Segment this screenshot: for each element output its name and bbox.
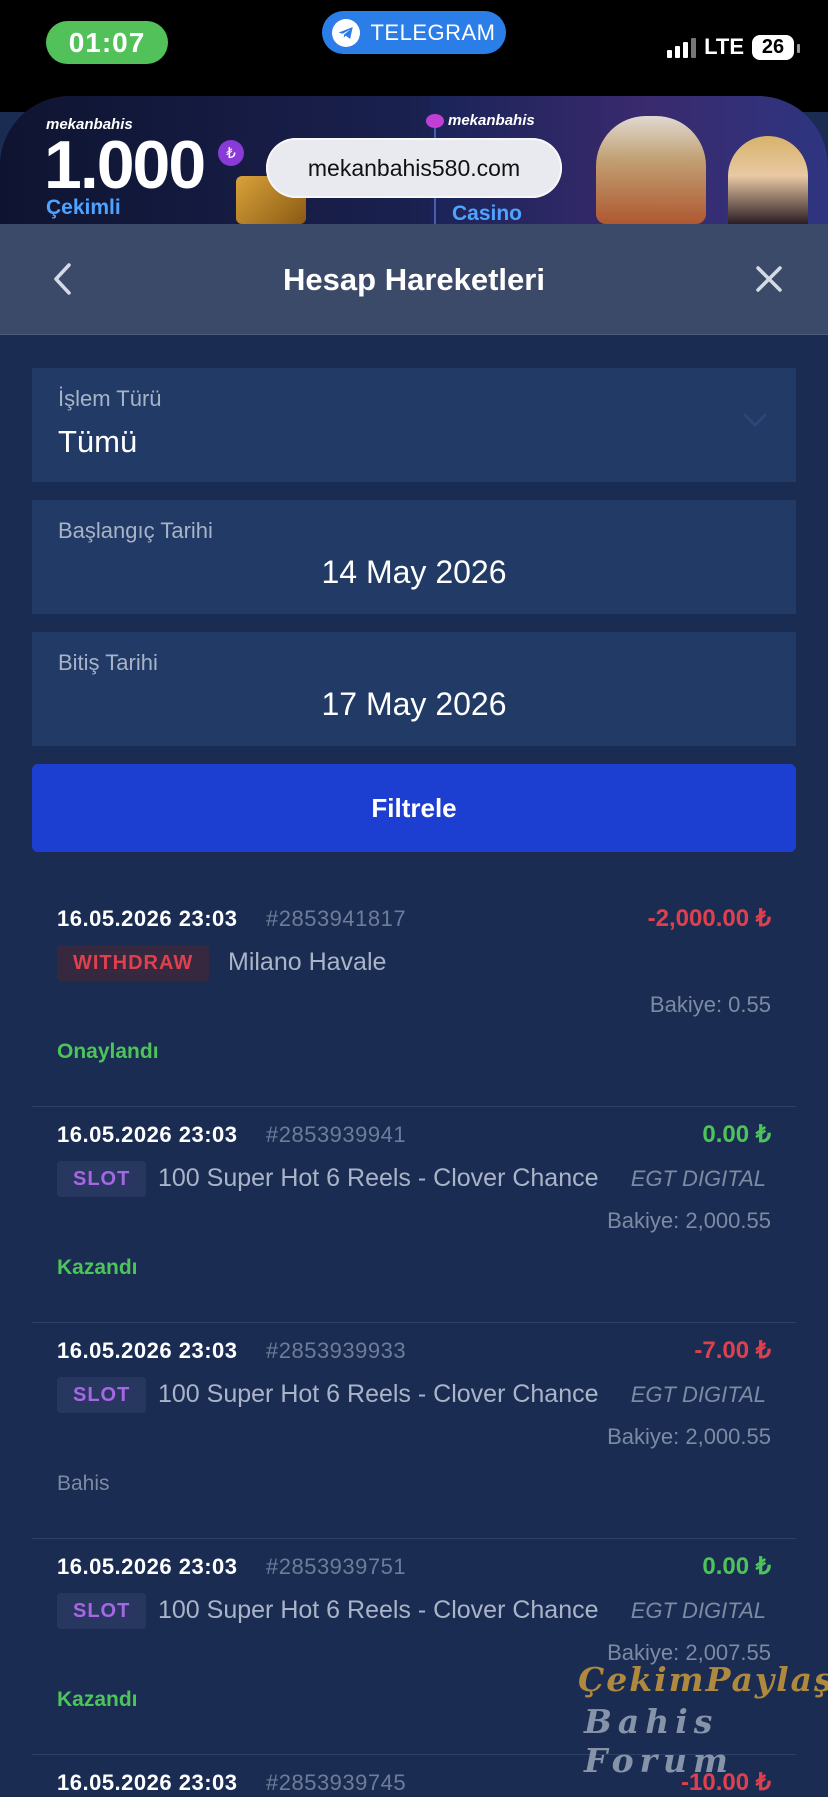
transaction-date: 16.05.2026 23:03	[57, 1770, 238, 1795]
network-label: LTE	[704, 34, 744, 59]
transaction-amount: 0.00 ₺	[702, 1553, 771, 1580]
transaction-amount: -7.00 ₺	[694, 1337, 771, 1364]
transaction-balance: Bakiye: 2,000.55	[607, 1424, 771, 1449]
signal-icon	[667, 36, 697, 58]
status-time: 01:07	[46, 21, 168, 64]
page-header: Hesap Hareketleri	[0, 224, 828, 335]
status-indicators: LTE 26	[667, 34, 800, 60]
telegram-label: TELEGRAM	[370, 19, 496, 45]
watermark-line-2: Bahis Forum	[584, 1702, 734, 1780]
transaction-id: #2853939933	[266, 1338, 407, 1363]
telegram-button[interactable]: TELEGRAM	[322, 11, 506, 54]
game-provider: EGT DIGITAL	[630, 1382, 766, 1407]
transaction-status: Kazandı	[57, 1688, 138, 1711]
transaction-type-badge: WITHDRAW	[57, 945, 210, 981]
banner-right-caption: Casino	[452, 202, 523, 224]
start-date-field[interactable]: Başlangıç Tarihi 14 May 2026	[32, 500, 796, 614]
transaction-date: 16.05.2026 23:03	[57, 1122, 238, 1147]
transaction-row[interactable]: 16.05.2026 23:03 #2853939941 0.00 ₺ SLOT…	[32, 1106, 796, 1323]
transaction-id: #2853939745	[266, 1770, 407, 1795]
filter-button[interactable]: Filtrele	[32, 764, 796, 852]
start-date-label: Başlangıç Tarihi	[58, 518, 213, 543]
transaction-type-label: İşlem Türü	[58, 386, 162, 411]
close-icon	[756, 266, 782, 292]
brand-logo-right: mekanbahis	[426, 112, 535, 129]
telegram-icon	[332, 18, 361, 47]
game-provider: EGT DIGITAL	[630, 1598, 766, 1623]
lira-badge: ₺	[218, 140, 244, 166]
banner-left-caption: Çekimli	[46, 196, 121, 219]
transaction-status: Bahis	[57, 1472, 110, 1495]
transaction-type-select[interactable]: İşlem Türü Tümü	[32, 368, 796, 482]
forum-watermark: ÇekimPaylaş Bahis Forum	[578, 1660, 828, 1780]
transaction-status: Onaylandı	[57, 1040, 159, 1063]
transaction-status: Kazandı	[57, 1256, 138, 1279]
end-date-field[interactable]: Bitiş Tarihi 17 May 2026	[32, 632, 796, 746]
battery-icon: 26	[752, 34, 800, 60]
end-date-label: Bitiş Tarihi	[58, 650, 158, 675]
end-date-value: 17 May 2026	[321, 686, 507, 722]
model-image	[728, 136, 808, 224]
transaction-amount: 0.00 ₺	[702, 1121, 771, 1148]
transaction-date: 16.05.2026 23:03	[57, 906, 238, 931]
zeus-image	[596, 116, 706, 224]
transaction-balance: Bakiye: 0.55	[649, 992, 771, 1017]
page-title: Hesap Hareketleri	[283, 262, 545, 297]
transaction-type-badge: SLOT	[57, 1593, 147, 1629]
transaction-description: Milano Havale	[228, 948, 387, 976]
transaction-balance: Bakiye: 2,000.55	[607, 1208, 771, 1233]
start-date-value: 14 May 2026	[321, 554, 507, 590]
transaction-row[interactable]: 16.05.2026 23:03 #2853939933 -7.00 ₺ SLO…	[32, 1322, 796, 1539]
transaction-amount: -2,000.00 ₺	[647, 905, 771, 932]
transaction-id: #2853939751	[266, 1554, 407, 1579]
transaction-type-value: Tümü	[58, 424, 138, 459]
transaction-description: 100 Super Hot 6 Reels - Clover Chance	[158, 1596, 599, 1624]
transaction-row[interactable]: 16.05.2026 23:03 #2853941817 -2,000.00 ₺…	[32, 890, 796, 1107]
close-button[interactable]	[744, 254, 794, 304]
transaction-description: 100 Super Hot 6 Reels - Clover Chance	[158, 1164, 599, 1192]
chevron-down-icon	[743, 413, 767, 428]
transaction-type-badge: SLOT	[57, 1161, 147, 1197]
game-provider: EGT DIGITAL	[630, 1166, 766, 1191]
brand-logo-icon	[426, 114, 444, 129]
site-url-pill[interactable]: mekanbahis580.com	[266, 138, 562, 198]
transaction-date: 16.05.2026 23:03	[57, 1554, 238, 1579]
banner-amount: 1.000	[44, 127, 206, 203]
transaction-id: #2853939941	[266, 1122, 407, 1147]
watermark-line-1: ÇekimPaylaş	[578, 1660, 828, 1699]
transaction-type-badge: SLOT	[57, 1377, 147, 1413]
transaction-description: 100 Super Hot 6 Reels - Clover Chance	[158, 1380, 599, 1408]
brand-logo-right-text: mekanbahis	[448, 112, 535, 129]
transaction-id: #2853941817	[266, 906, 407, 931]
transaction-date: 16.05.2026 23:03	[57, 1338, 238, 1363]
promo-banner[interactable]: mekanbahis mekanbahis 1.000 ₺ Çekimli Ca…	[0, 96, 828, 224]
